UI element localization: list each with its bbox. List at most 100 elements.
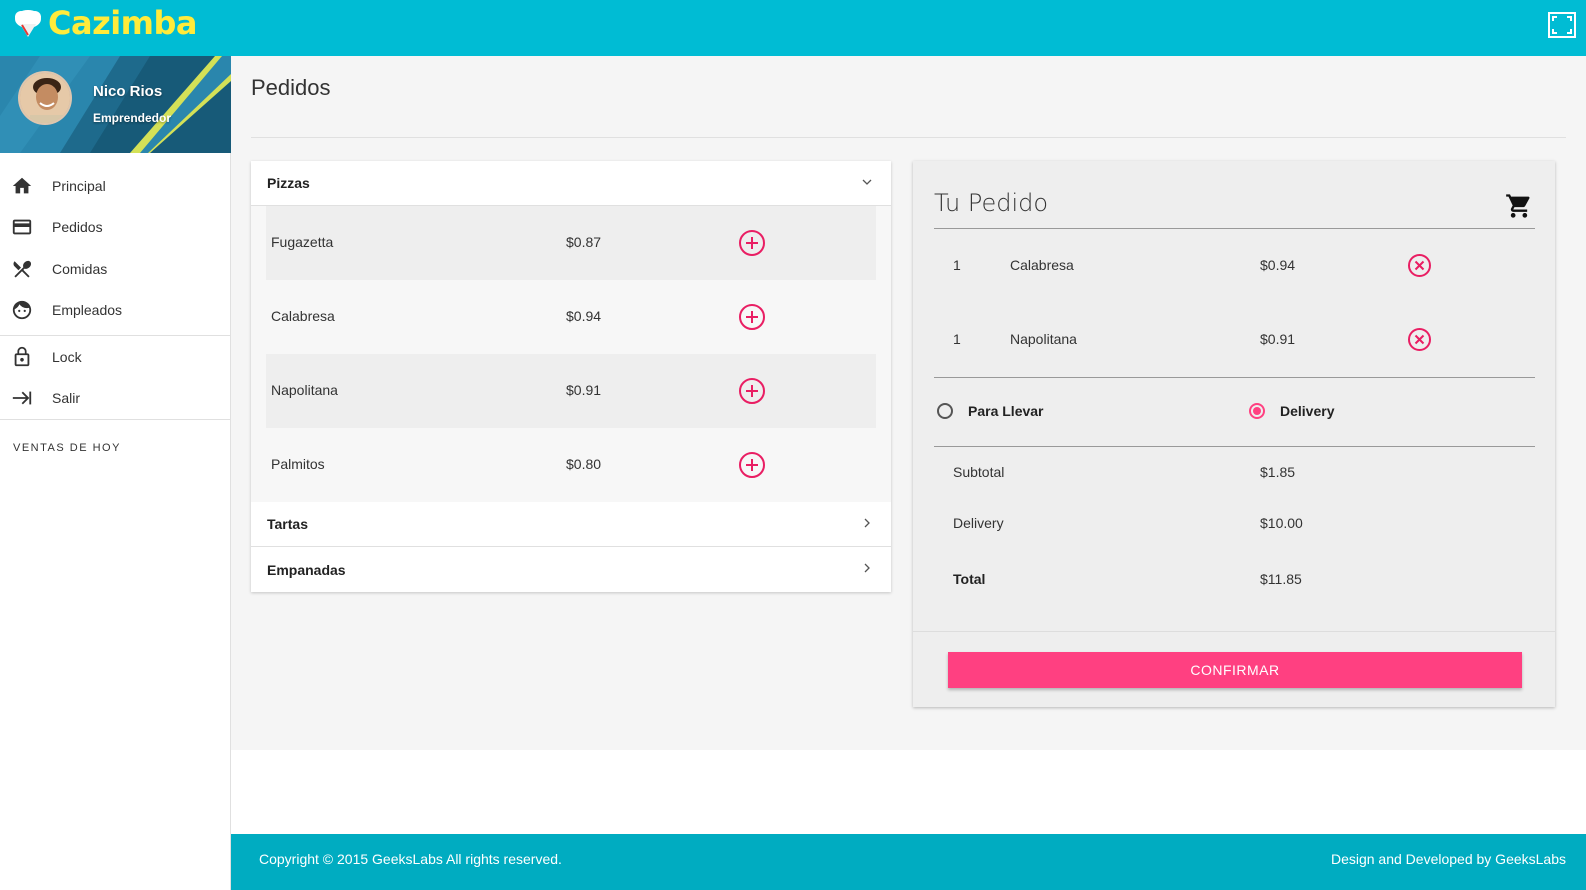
sidebar-item-label: Comidas <box>52 260 108 277</box>
shopping-cart-icon <box>1506 194 1530 218</box>
exit-icon <box>12 391 32 405</box>
total-value: $11.85 <box>1260 571 1302 587</box>
sidebar-item-pedidos[interactable]: Pedidos <box>0 207 230 249</box>
sidebar-item-label: Empleados <box>52 302 123 319</box>
sidebar-item-empleados[interactable]: Empleados <box>0 290 230 332</box>
subtotal-row: Subtotal $1.85 <box>934 464 1535 484</box>
order-item-qty: 1 <box>953 331 961 347</box>
divider <box>934 228 1535 229</box>
chevron-down-icon <box>862 179 872 185</box>
delivery-fee-value: $10.00 <box>1260 515 1303 531</box>
product-row: Palmitos $0.80 <box>266 428 876 502</box>
divider <box>934 377 1535 378</box>
remove-circle-icon[interactable] <box>1407 327 1432 352</box>
product-row: Fugazetta $0.87 <box>266 206 876 280</box>
category-header-empanadas[interactable]: Empanadas <box>251 547 891 592</box>
nav-group-account: Lock Salir <box>0 336 230 420</box>
order-item: 1 Napolitana $0.91 <box>934 328 1535 351</box>
order-item-price: $0.94 <box>1260 257 1296 273</box>
add-circle-icon[interactable] <box>738 377 766 405</box>
sidebar-item-lock[interactable]: Lock <box>0 336 230 378</box>
sidebar-item-principal[interactable]: Principal <box>0 165 230 207</box>
radio-label: Para Llevar <box>968 403 1044 419</box>
copyright-text: Copyright © 2015 GeeksLabs All rights re… <box>259 851 562 867</box>
product-price: $0.91 <box>566 382 602 398</box>
delivery-options: Para Llevar Delivery <box>934 403 1535 423</box>
total-label: Total <box>953 571 986 587</box>
sidebar-item-label: Pedidos <box>52 219 103 236</box>
category-body-pizzas: Fugazetta $0.87 Calabresa $0.94 Napolita… <box>251 206 891 502</box>
radio-button[interactable] <box>1249 403 1265 419</box>
radio-para-llevar[interactable]: Para Llevar <box>937 403 1044 419</box>
sidebar-nav: Principal Pedidos Comidas Empleados Lock <box>0 153 230 454</box>
credit-text: Design and Developed by GeeksLabs <box>1330 851 1566 867</box>
sidebar: Nico Rios Emprendedor Principal Pedidos … <box>0 56 231 890</box>
top-app-bar: Cazimba <box>0 0 1586 56</box>
app-logo[interactable]: Cazimba <box>12 4 198 42</box>
product-name: Palmitos <box>271 456 325 472</box>
lock-icon <box>14 346 30 366</box>
radio-label: Delivery <box>1280 403 1335 419</box>
product-name: Napolitana <box>271 382 338 398</box>
profile-header: Nico Rios Emprendedor <box>0 56 231 153</box>
sidebar-item-comidas[interactable]: Comidas <box>0 248 230 290</box>
fullscreen-icon[interactable] <box>1548 12 1576 38</box>
credit-card-icon <box>12 219 32 235</box>
divider <box>913 631 1555 632</box>
nav-group-main: Principal Pedidos Comidas Empleados <box>0 153 230 336</box>
sidebar-item-label: Salir <box>52 390 81 407</box>
face-icon <box>12 301 32 320</box>
subtotal-label: Subtotal <box>953 464 1005 480</box>
order-card: Tu Pedido 1 Calabresa $0.94 1 Napolitana… <box>913 161 1555 707</box>
order-item: 1 Calabresa $0.94 <box>934 254 1535 277</box>
delivery-fee-label: Delivery <box>953 515 1004 531</box>
delivery-fee-row: Delivery $10.00 <box>934 515 1535 535</box>
remove-circle-icon[interactable] <box>1407 253 1432 278</box>
product-name: Calabresa <box>271 308 335 324</box>
order-item-name: Napolitana <box>1010 331 1077 347</box>
total-row: Total $11.85 <box>934 571 1535 591</box>
chevron-right-icon <box>864 518 870 528</box>
order-item-price: $0.91 <box>1260 331 1296 347</box>
add-circle-icon[interactable] <box>738 451 766 479</box>
category-header-pizzas[interactable]: Pizzas <box>251 161 891 206</box>
product-name: Fugazetta <box>271 234 334 250</box>
product-price: $0.80 <box>566 456 602 472</box>
sidebar-item-label: Lock <box>52 348 82 365</box>
avatar[interactable] <box>18 71 72 125</box>
section-label-ventas: VENTAS DE HOY <box>13 442 121 454</box>
main-content: Pedidos Pizzas Fugazetta $0.87 Calabresa… <box>231 56 1586 750</box>
radio-delivery[interactable]: Delivery <box>1249 403 1334 419</box>
page-header: Pedidos <box>231 56 1586 122</box>
order-item-qty: 1 <box>953 257 961 273</box>
confirm-button[interactable]: CONFIRMAR <box>948 652 1522 688</box>
category-header-tartas[interactable]: Tartas <box>251 502 891 547</box>
chevron-right-icon <box>864 563 870 573</box>
divider <box>934 446 1535 447</box>
footer: Copyright © 2015 GeeksLabs All rights re… <box>231 834 1586 890</box>
profile-name: Nico Rios <box>93 83 163 100</box>
product-price: $0.87 <box>566 234 602 250</box>
radio-button[interactable] <box>937 403 953 419</box>
category-label: Empanadas <box>267 561 346 578</box>
category-label: Pizzas <box>267 175 310 191</box>
utensils-icon <box>13 260 32 278</box>
app-name: Cazimba <box>48 4 198 42</box>
menu-accordion: Pizzas Fugazetta $0.87 Calabresa $0.94 N… <box>251 161 891 592</box>
order-title: Tu Pedido <box>934 189 1049 217</box>
subtotal-value: $1.85 <box>1260 464 1296 480</box>
home-icon <box>12 177 32 194</box>
product-price: $0.94 <box>566 308 602 324</box>
product-row: Napolitana $0.91 <box>266 354 876 428</box>
sidebar-item-salir[interactable]: Salir <box>0 378 230 420</box>
chef-hat-icon <box>15 10 41 37</box>
add-circle-icon[interactable] <box>738 229 766 257</box>
divider <box>251 137 1566 138</box>
sidebar-item-label: Principal <box>52 177 106 194</box>
profile-role: Emprendedor <box>93 111 172 125</box>
order-item-name: Calabresa <box>1010 257 1074 273</box>
category-label: Tartas <box>267 516 308 532</box>
page-title: Pedidos <box>251 75 331 100</box>
add-circle-icon[interactable] <box>738 303 766 331</box>
product-row: Calabresa $0.94 <box>266 280 876 354</box>
